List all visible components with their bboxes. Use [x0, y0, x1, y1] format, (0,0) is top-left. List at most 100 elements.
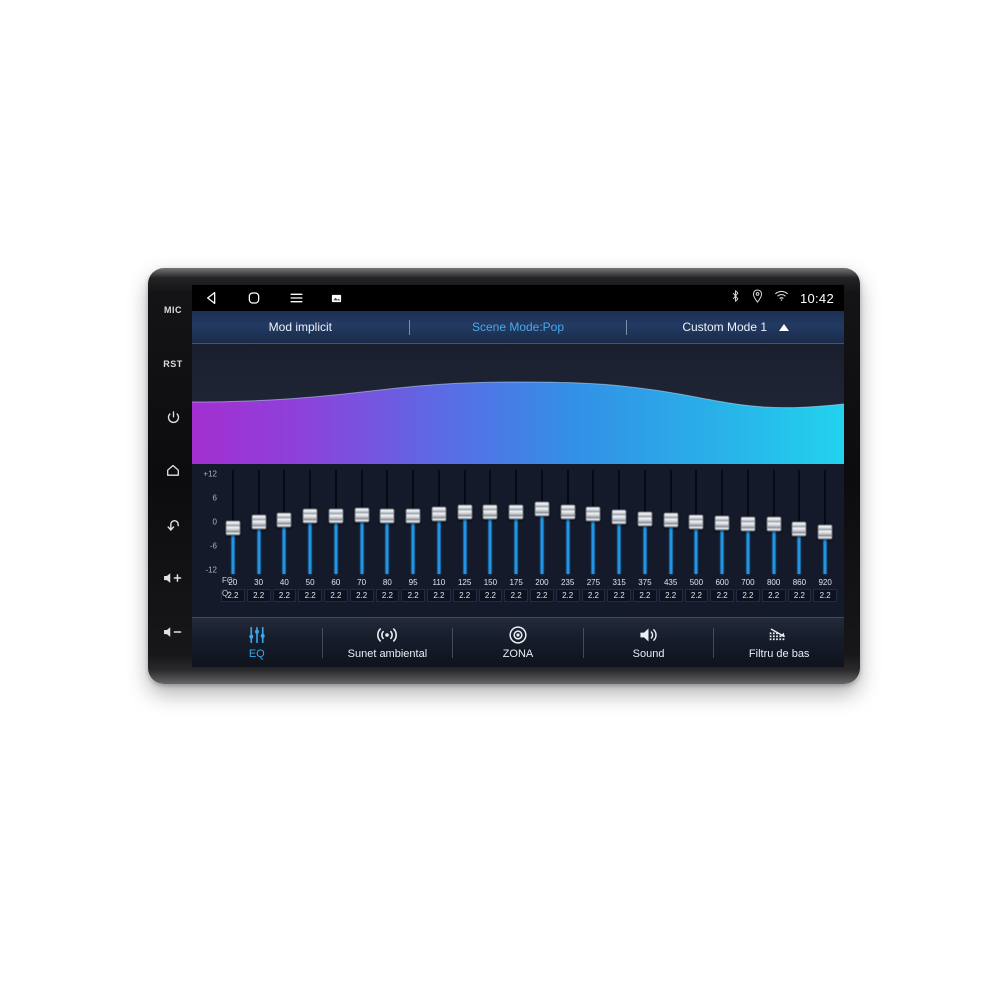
band-slider[interactable] [555, 468, 581, 576]
band-slider[interactable] [787, 468, 813, 576]
back-key[interactable] [158, 513, 188, 537]
reset-key[interactable]: RST [158, 352, 188, 376]
band-slider[interactable] [400, 468, 426, 576]
band-slider-knob[interactable] [534, 501, 550, 517]
volume-up-key[interactable] [158, 566, 188, 590]
band-slider[interactable] [246, 468, 272, 576]
band-slider[interactable] [323, 468, 349, 576]
volume-down-key[interactable] [158, 620, 188, 644]
band-q-value[interactable]: 2.2 [581, 589, 606, 602]
band-q-value[interactable]: 2.2 [427, 589, 451, 602]
chevron-up-icon[interactable] [779, 323, 790, 331]
band-slider-knob[interactable] [508, 504, 524, 520]
band-slider-knob[interactable] [251, 514, 267, 530]
band-q-value[interactable]: 2.2 [530, 589, 554, 602]
band-slider-knob[interactable] [791, 521, 807, 537]
band-q-value[interactable]: 2.2 [710, 589, 734, 602]
back-icon[interactable] [204, 290, 220, 306]
band-q-value[interactable]: 2.2 [555, 589, 580, 602]
home-icon[interactable] [246, 290, 262, 306]
nav-bass[interactable]: Filtru de bas [714, 618, 844, 667]
band-q-value[interactable]: 2.2 [761, 589, 786, 602]
band-q-value[interactable]: 2.2 [658, 589, 683, 602]
band-q-value[interactable]: 2.2 [298, 589, 322, 602]
screenshot-icon[interactable] [331, 293, 342, 304]
band-q-value[interactable]: 2.2 [478, 589, 503, 602]
band-slider-knob[interactable] [611, 509, 627, 525]
reset-key-label: RST [163, 358, 183, 369]
band-slider[interactable] [375, 468, 401, 576]
band-slider-knob[interactable] [663, 512, 679, 528]
nav-ambient[interactable]: Sunet ambiental [323, 618, 453, 667]
band-slider[interactable] [452, 468, 478, 576]
back-arrow-icon [165, 517, 182, 533]
band-q-value[interactable]: 2.2 [607, 589, 631, 602]
band-q-value[interactable]: 2.2 [349, 589, 374, 602]
band-slider-knob[interactable] [276, 512, 292, 528]
band-q-value[interactable]: 2.2 [272, 589, 297, 602]
equalizer-icon [247, 625, 267, 645]
mode-default[interactable]: Mod implicit [192, 311, 409, 343]
band-slider[interactable] [684, 468, 710, 576]
band-frequency-value: 60 [331, 578, 341, 587]
band-slider-knob[interactable] [688, 514, 704, 530]
band-slider[interactable] [658, 468, 684, 576]
band-slider[interactable] [478, 468, 504, 576]
band-slider[interactable] [632, 468, 658, 576]
band-slider[interactable] [735, 468, 761, 576]
band-slider-knob[interactable] [482, 504, 498, 520]
band-slider-knob[interactable] [379, 508, 395, 524]
mode-scene-label: Scene Mode:Pop [471, 320, 565, 334]
band-q-value[interactable]: 2.2 [246, 589, 271, 602]
band-slider-knob[interactable] [302, 508, 318, 524]
band-slider[interactable] [606, 468, 632, 576]
band-slider[interactable] [503, 468, 529, 576]
band-slider-knob[interactable] [225, 520, 241, 536]
band-q-value[interactable]: 2.2 [375, 589, 400, 602]
band-slider-track-lower [334, 516, 338, 574]
band-slider-knob[interactable] [328, 508, 344, 524]
nav-zone[interactable]: ZONA [453, 618, 583, 667]
menu-icon[interactable] [288, 290, 305, 306]
band-slider-knob[interactable] [766, 516, 782, 532]
band-slider[interactable] [581, 468, 607, 576]
fc-row-label: FC: [222, 576, 235, 585]
band-slider-knob[interactable] [585, 506, 601, 522]
band-slider-knob[interactable] [354, 507, 370, 523]
mic-key[interactable]: MIC [158, 298, 188, 322]
power-key[interactable] [158, 405, 188, 429]
band-slider-knob[interactable] [637, 511, 653, 527]
band-slider[interactable] [426, 468, 452, 576]
band-slider[interactable] [220, 468, 246, 576]
band-slider-knob[interactable] [405, 508, 421, 524]
mode-scene[interactable]: Scene Mode:Pop [410, 311, 627, 343]
band-slider-knob[interactable] [714, 515, 730, 531]
band-slider[interactable] [812, 468, 838, 576]
band-slider-knob[interactable] [740, 516, 756, 532]
band-slider[interactable] [529, 468, 555, 576]
band-slider-knob[interactable] [560, 504, 576, 520]
band-slider[interactable] [297, 468, 323, 576]
home-key[interactable] [158, 459, 188, 483]
band-slider[interactable] [272, 468, 298, 576]
band-q-value[interactable]: 2.2 [504, 589, 528, 602]
band-slider-knob[interactable] [817, 524, 833, 540]
band-q-value[interactable]: 2.2 [633, 589, 657, 602]
band-q-value[interactable]: 2.2 [684, 589, 709, 602]
nav-sound[interactable]: Sound [584, 618, 714, 667]
band-slider-knob[interactable] [431, 506, 447, 522]
band-q-value[interactable]: 2.2 [452, 589, 477, 602]
band-slider[interactable] [349, 468, 375, 576]
mode-custom[interactable]: Custom Mode 1 [627, 311, 844, 343]
band-q-value[interactable]: 2.2 [813, 589, 837, 602]
band-q-value[interactable]: 2.2 [736, 589, 760, 602]
band-q-value[interactable]: 2.2 [401, 589, 425, 602]
band-frequency-value: 700 [741, 578, 755, 587]
nav-eq[interactable]: EQ [192, 618, 322, 667]
band-q-value[interactable]: 2.2 [787, 589, 812, 602]
band-slider[interactable] [761, 468, 787, 576]
band-slider[interactable] [709, 468, 735, 576]
band-slider-knob[interactable] [457, 504, 473, 520]
band-q-value[interactable]: 2.2 [324, 589, 348, 602]
band-frequency-value: 600 [715, 578, 729, 587]
